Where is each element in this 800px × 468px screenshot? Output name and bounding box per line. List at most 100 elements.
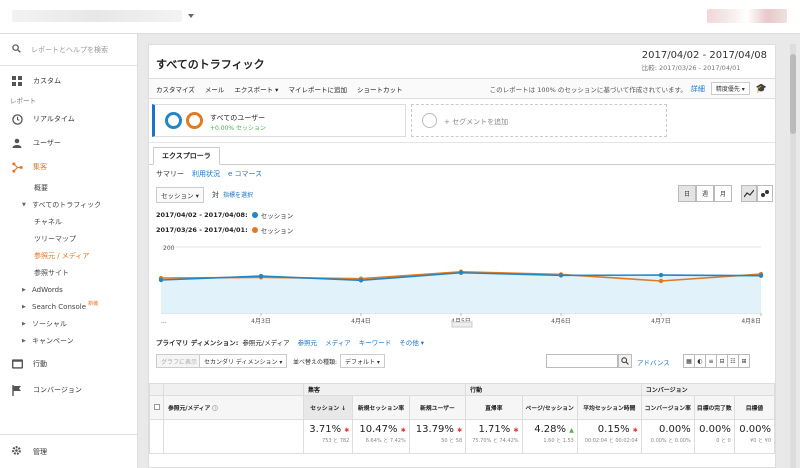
- line-chart-icon[interactable]: [741, 185, 757, 202]
- sidebar-item-social[interactable]: ▶ ソーシャル: [0, 315, 137, 332]
- date-range-picker[interactable]: 2017/04/02 - 2017/04/08 比較: 2017/03/26 -…: [642, 50, 767, 72]
- chevron-down-icon[interactable]: [188, 14, 194, 18]
- total-compare: 1.60 と 1.53: [543, 438, 574, 444]
- tab-usage[interactable]: 利用状況: [192, 169, 220, 179]
- pivot-view-icon[interactable]: ⊞: [738, 354, 750, 368]
- sidebar-item-acquisition[interactable]: 集客: [0, 155, 137, 179]
- sidebar-item-conversions[interactable]: コンバージョン: [0, 378, 137, 402]
- legend-previous: 2017/03/26 - 2017/04/01: セッション: [156, 222, 775, 237]
- date-range: 2017/04/02 - 2017/04/08: [641, 50, 767, 61]
- total-avg-session-duration: 0.15% ✱ 00:02:04 と 00:02:04: [576, 419, 642, 454]
- segment-name: すべてのユーザー: [210, 114, 266, 122]
- column-header-pages-per-session[interactable]: ページ/セッション: [521, 395, 578, 420]
- search-icon[interactable]: [618, 354, 632, 368]
- motion-chart-icon[interactable]: [757, 185, 773, 202]
- group-blank-dim: [163, 383, 304, 396]
- column-header-dimension[interactable]: 参照元/メディア?: [163, 395, 304, 420]
- table-search-input[interactable]: [546, 354, 618, 368]
- column-header-new-session-rate[interactable]: 新規セッション率: [352, 395, 410, 420]
- column-header-bounce-rate[interactable]: 直帰率: [465, 395, 523, 420]
- select-all-checkbox[interactable]: [149, 395, 164, 420]
- segment-all-users[interactable]: すべてのユーザー +0.00% セッション: [152, 104, 406, 137]
- total-compare: 0.00% と 0.00%: [650, 438, 691, 444]
- segment-bar: すべてのユーザー +0.00% セッション + セグメントを追加: [149, 99, 775, 143]
- series-current-point: [658, 272, 664, 278]
- page-scrollbar[interactable]: [790, 44, 796, 468]
- plot-rows-button[interactable]: グラフに表示: [156, 354, 203, 368]
- column-header-conversion-rate[interactable]: コンバージョン率: [640, 395, 695, 420]
- tab-ecommerce[interactable]: e コマース: [228, 169, 262, 179]
- column-header-new-users[interactable]: 新規ユーザー: [408, 395, 467, 420]
- sidebar-item-overview[interactable]: 概要: [0, 179, 137, 196]
- add-dashboard-button[interactable]: マイレポートに追加: [288, 84, 347, 94]
- sidebar-item-treemap[interactable]: ツリーマップ: [0, 230, 137, 247]
- dimension-source[interactable]: 参照元: [298, 337, 318, 347]
- column-header-sessions[interactable]: セッション ↓: [302, 395, 354, 420]
- sidebar-item-custom[interactable]: カスタム: [0, 69, 137, 93]
- add-segment-label: + セグメントを追加: [444, 118, 509, 126]
- email-button[interactable]: メール: [205, 84, 225, 94]
- column-header-avg-session-duration[interactable]: 平均セッション時間: [576, 395, 642, 420]
- secondary-dimension-select[interactable]: セカンダリ ディメンション ▾: [199, 354, 288, 368]
- sidebar-item-all-traffic[interactable]: ▼ すべてのトラフィック: [0, 196, 137, 213]
- export-button[interactable]: エクスポート ▾: [234, 84, 278, 94]
- decrease-arrow-icon: ✱: [344, 427, 350, 434]
- detail-link[interactable]: 詳細: [691, 84, 705, 94]
- column-label: セッション: [310, 406, 340, 412]
- account-selector[interactable]: [12, 10, 182, 22]
- total-compare: ¥0 と ¥0: [750, 438, 771, 444]
- sidebar-item-adwords[interactable]: ▶ AdWords: [0, 281, 137, 298]
- dimension-keyword[interactable]: キーワード: [359, 337, 392, 347]
- week-button[interactable]: 週: [696, 185, 714, 202]
- legend-current: 2017/04/02 - 2017/04/08: セッション: [156, 207, 775, 222]
- totals-dim-blank: [163, 419, 304, 454]
- sidebar-item-referrals[interactable]: 参照サイト: [0, 264, 137, 281]
- add-segment-button[interactable]: + セグメントを追加: [411, 104, 667, 137]
- behavior-icon: [11, 358, 23, 370]
- total-compare: 75.70% と 74.42%: [472, 438, 519, 444]
- primary-dimension-row: プライマリ ディメンション: 参照元/メディア 参照元 メディア キーワード そ…: [149, 333, 775, 351]
- sidebar-item-label: チャネル: [34, 217, 62, 226]
- series-current-area: [161, 272, 761, 313]
- tab-summary[interactable]: サマリー: [156, 169, 184, 179]
- dimension-other[interactable]: その他 ▾: [399, 337, 424, 347]
- graduation-cap-icon[interactable]: 🎓: [756, 84, 767, 94]
- report-section-label: レポート: [10, 97, 36, 105]
- metric-select[interactable]: セッション ▾: [156, 187, 204, 203]
- sidebar-search[interactable]: レポートとヘルプを検索: [0, 34, 137, 66]
- segment-orange-circle-icon: [186, 112, 203, 129]
- precision-select[interactable]: 精度優先 ▾: [710, 82, 750, 95]
- clock-icon: [11, 113, 23, 125]
- help-icon[interactable]: ?: [212, 405, 219, 411]
- month-button[interactable]: 月: [714, 185, 732, 202]
- sidebar-item-users[interactable]: ユーザー: [0, 131, 137, 155]
- sidebar-item-admin[interactable]: 管理: [0, 434, 137, 468]
- tab-explorer[interactable]: エクスプローラ: [153, 147, 220, 165]
- sidebar-item-campaigns[interactable]: ▶ キャンペーン: [0, 332, 137, 349]
- column-header-goal-completions[interactable]: 目標の完了数: [693, 395, 735, 420]
- page-title: すべてのトラフィック: [156, 58, 265, 71]
- sort-down-arrow-icon: ↓: [341, 406, 347, 412]
- acquisition-icon: [11, 161, 23, 173]
- advanced-filter-link[interactable]: アドバンス: [637, 357, 670, 367]
- sidebar-item-realtime[interactable]: リアルタイム: [0, 107, 137, 131]
- sort-type-select[interactable]: デフォルト ▾: [340, 354, 385, 368]
- search-input[interactable]: レポートとヘルプを検索: [31, 45, 108, 55]
- day-button[interactable]: 日: [678, 185, 696, 202]
- shortcut-button[interactable]: ショートカット: [357, 84, 403, 94]
- flag-icon: [11, 384, 23, 396]
- total-compare: 6.64% と 7.42%: [365, 438, 406, 444]
- scrollbar-thumb[interactable]: [790, 54, 796, 134]
- pick-metric-link[interactable]: 指標を選択: [223, 190, 253, 199]
- column-header-goal-value[interactable]: 目標値: [733, 395, 776, 420]
- total-value: 0.00%: [739, 424, 771, 435]
- sidebar-item-behavior[interactable]: 行動: [0, 352, 137, 376]
- user-avatar[interactable]: [707, 9, 787, 23]
- sidebar-item-source-medium[interactable]: 参照元 / メディア: [0, 247, 137, 264]
- total-sessions: 3.71% ✱ 753 と 782: [302, 419, 354, 454]
- decrease-arrow-icon: ✱: [400, 427, 406, 434]
- sidebar-item-channels[interactable]: チャネル: [0, 213, 137, 230]
- sidebar-item-search-console[interactable]: ▶ Search Console 新機: [0, 298, 137, 315]
- customize-button[interactable]: カスタマイズ: [156, 84, 195, 94]
- dimension-medium[interactable]: メディア: [325, 337, 351, 347]
